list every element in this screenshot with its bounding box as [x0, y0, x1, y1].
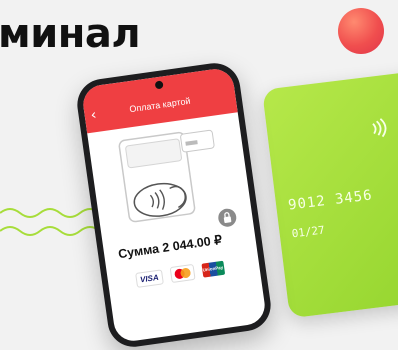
payment-terminal-illustration: [118, 129, 215, 223]
lock-button[interactable]: [217, 207, 238, 228]
mastercard-logo: [169, 263, 196, 284]
page-heading: минал: [0, 11, 141, 57]
card-number: 9012 3456: [287, 187, 374, 214]
app-header: ‹ Оплата картой: [80, 66, 238, 134]
phone-screen: ‹ Оплата картой Сумма 2 044.00 ₽ VISA Un…: [80, 66, 268, 344]
unionpay-logo: UnionPay: [201, 260, 225, 278]
decorative-ball: [338, 8, 384, 54]
payment-logos: VISA UnionPay: [135, 260, 225, 288]
card-expiry: 01/27: [290, 223, 326, 241]
phone-mockup: ‹ Оплата картой Сумма 2 044.00 ₽ VISA Un…: [74, 59, 274, 350]
visa-logo: VISA: [135, 268, 164, 288]
payment-amount: Сумма 2 044.00 ₽: [117, 232, 223, 262]
bank-card: 9012 3456 01/27: [262, 64, 398, 319]
contactless-icon: [372, 118, 387, 138]
lock-icon: [223, 212, 232, 224]
front-camera: [154, 80, 164, 90]
app-header-title: Оплата картой: [128, 95, 192, 115]
